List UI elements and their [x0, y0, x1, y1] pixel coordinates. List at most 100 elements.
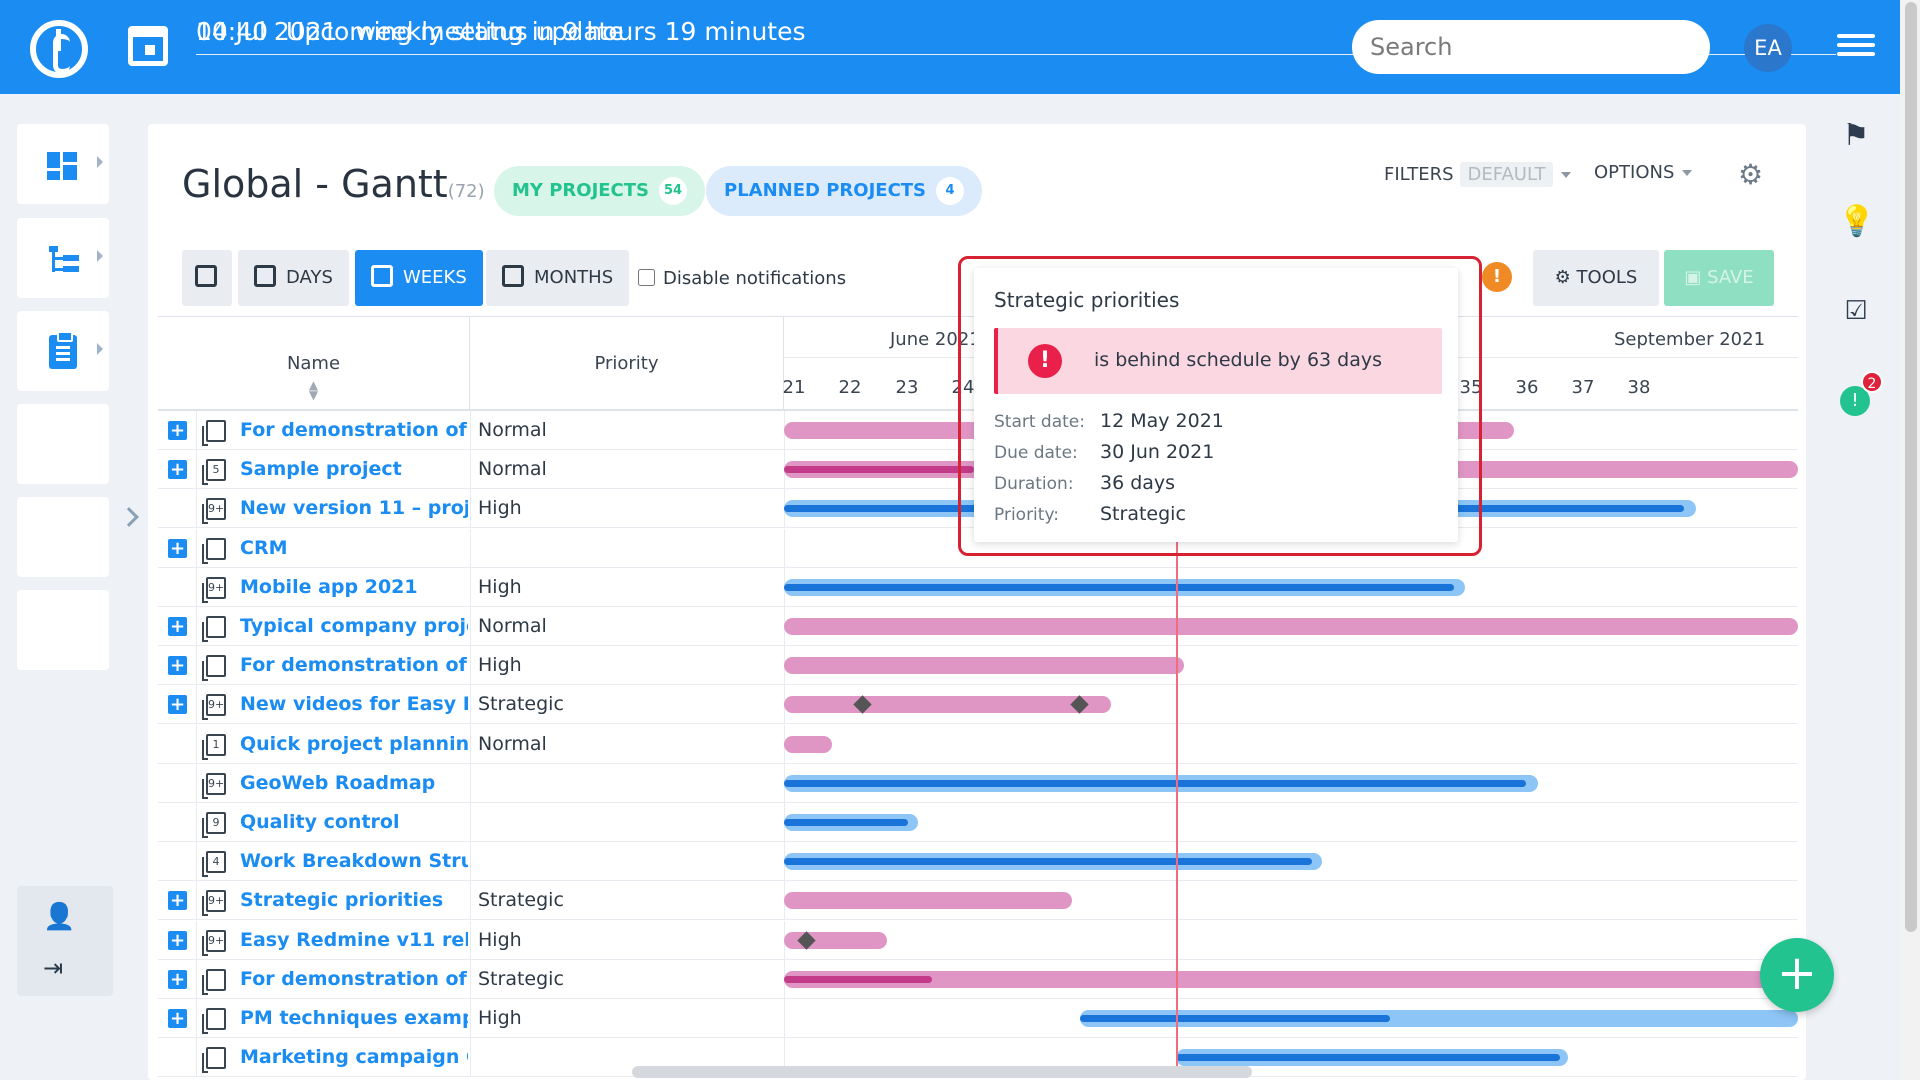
expand-icon[interactable]: +	[168, 617, 187, 636]
add-fab-button[interactable]: +	[1760, 938, 1834, 1012]
horizontal-scrollbar[interactable]	[632, 1066, 1252, 1078]
project-row[interactable]: + For demonstration of Resources High	[158, 646, 1798, 686]
checklist-icon[interactable]: ☑	[1838, 296, 1874, 326]
app-logo-icon[interactable]	[30, 20, 88, 78]
checkbox[interactable]	[638, 269, 655, 286]
gantt-bar[interactable]	[784, 970, 1798, 988]
expand-sidebar-icon[interactable]	[119, 507, 139, 527]
project-name-link[interactable]: Easy Redmine v11 release	[240, 929, 468, 951]
planned-projects-button[interactable]: PLANNED PROJECTS 4	[706, 166, 983, 216]
expand-icon[interactable]: +	[168, 969, 187, 989]
sidebar-empty-slot[interactable]	[17, 404, 109, 484]
gantt-tooltip: Strategic priorities ! is behind schedul…	[974, 268, 1458, 542]
days-button[interactable]: DAYS	[238, 250, 349, 306]
gantt-bar[interactable]	[784, 618, 1798, 635]
project-row[interactable]: +9+ New videos for Easy Redmine Strategic	[158, 685, 1798, 725]
sidebar-tasks[interactable]	[17, 311, 109, 391]
sidebar-empty-slot[interactable]	[17, 590, 109, 670]
gantt-bar[interactable]	[1080, 1010, 1798, 1027]
project-name-link[interactable]: Marketing campaign Q3	[240, 1046, 468, 1068]
options-dropdown[interactable]: OPTIONS	[1594, 162, 1693, 183]
project-icon	[202, 968, 226, 995]
expand-icon[interactable]: +	[168, 1009, 187, 1028]
disable-notifications-checkbox[interactable]: Disable notifications	[638, 268, 846, 289]
project-name-link[interactable]: Strategic priorities	[240, 889, 468, 911]
search-input[interactable]	[1352, 20, 1710, 74]
expand-icon[interactable]: +	[168, 695, 187, 715]
sidebar-empty-slot[interactable]	[17, 497, 109, 577]
sort-icon[interactable]: ▲ ▼	[309, 379, 319, 401]
week-label: 21	[782, 377, 806, 398]
project-row[interactable]: 9 Quality control	[158, 803, 1798, 842]
expand-icon[interactable]: +	[168, 421, 187, 440]
project-name-link[interactable]: New videos for Easy Redmine	[240, 693, 468, 715]
floppy-icon: ▣	[1684, 267, 1708, 288]
save-button[interactable]: ▣ SAVE	[1664, 250, 1774, 306]
project-name-link[interactable]: GeoWeb Roadmap	[240, 772, 468, 794]
project-row[interactable]: 9+ GeoWeb Roadmap	[158, 763, 1798, 803]
sidebar-dashboard[interactable]	[17, 124, 109, 204]
project-row[interactable]: 9+ Mobile app 2021 High	[158, 567, 1798, 607]
project-row[interactable]: 1 Quick project planning Normal	[158, 724, 1798, 764]
project-row[interactable]: + PM techniques examples High	[158, 999, 1798, 1038]
logout-icon[interactable]: ⇥	[43, 954, 63, 982]
filters-dropdown[interactable]: FILTERS DEFAULT	[1384, 162, 1572, 187]
project-name-link[interactable]: Mobile app 2021	[240, 576, 468, 598]
project-row[interactable]: 4 Work Breakdown Structure	[158, 842, 1798, 882]
add-user-icon[interactable]: 👤	[43, 902, 75, 932]
lightbulb-icon[interactable]: 💡	[1838, 204, 1875, 239]
tree-icon	[49, 246, 79, 274]
duration-label: Duration:	[994, 474, 1074, 494]
project-name-link[interactable]: Quality control	[240, 811, 468, 833]
project-row[interactable]: + Typical company project Normal	[158, 607, 1798, 646]
planned-projects-count: 4	[936, 177, 965, 205]
tools-button[interactable]: ⚙ TOOLS	[1533, 250, 1659, 306]
sidebar-projects-tree[interactable]	[17, 218, 109, 298]
project-name-link[interactable]: Work Breakdown Structure	[240, 850, 468, 872]
expand-icon[interactable]: +	[168, 656, 187, 676]
expand-icon[interactable]: +	[168, 891, 187, 911]
project-row[interactable]: +9+ Easy Redmine v11 release High	[158, 920, 1798, 960]
weeks-button[interactable]: WEEKS	[355, 250, 483, 306]
expand-icon[interactable]: +	[168, 930, 187, 950]
project-name-link[interactable]: Quick project planning	[240, 733, 468, 755]
project-name-link[interactable]: New version 11 – project	[240, 497, 468, 519]
user-avatar[interactable]: EA	[1744, 24, 1792, 72]
gantt-bar[interactable]	[784, 774, 1538, 792]
gantt-bar[interactable]	[784, 814, 918, 831]
flag-icon[interactable]: ⚑	[1838, 118, 1874, 153]
today-button[interactable]	[182, 250, 232, 306]
info-icon[interactable]: !	[1482, 262, 1512, 292]
page-scrollbar[interactable]	[1902, 0, 1920, 1080]
gantt-bar[interactable]	[784, 578, 1465, 596]
due-date-label: Due date:	[994, 443, 1078, 463]
gantt-bar[interactable]	[784, 853, 1322, 871]
gantt-bar[interactable]	[784, 735, 832, 753]
project-icon: 9	[202, 812, 226, 838]
filters-value: DEFAULT	[1459, 162, 1554, 187]
warning-text: is behind schedule by 63 days	[1094, 349, 1383, 371]
my-projects-button[interactable]: MY PROJECTS 54	[494, 166, 706, 216]
gantt-bar[interactable]	[784, 696, 1111, 714]
project-name-link[interactable]: For demonstration of Resources	[240, 654, 468, 676]
name-column-header[interactable]: Name ▲ ▼	[158, 317, 470, 411]
gantt-bar[interactable]	[784, 892, 1072, 910]
calendar-icon[interactable]	[128, 26, 168, 66]
expand-icon[interactable]: +	[168, 460, 187, 480]
priority-column-header[interactable]: Priority	[470, 317, 784, 411]
project-name-link[interactable]: For demonstration of Risks	[240, 968, 468, 990]
expand-icon[interactable]: +	[168, 538, 187, 558]
gantt-bar[interactable]	[1176, 1049, 1568, 1067]
project-name-link[interactable]: For demonstration of Basic	[240, 419, 468, 441]
gantt-bar[interactable]	[784, 657, 1184, 675]
project-row[interactable]: + For demonstration of Risks Strategic	[158, 959, 1798, 999]
project-name-link[interactable]: PM techniques examples	[240, 1007, 468, 1029]
project-name-link[interactable]: CRM	[240, 537, 468, 559]
months-button[interactable]: MONTHS	[486, 250, 630, 306]
project-name-link[interactable]: Typical company project	[240, 615, 468, 637]
settings-gear-icon[interactable]: ⚙	[1738, 158, 1763, 191]
chevron-right-icon	[97, 343, 103, 355]
project-row[interactable]: +9+ Strategic priorities Strategic	[158, 881, 1798, 921]
project-name-link[interactable]: Sample project	[240, 458, 468, 480]
hamburger-menu-icon[interactable]	[1837, 34, 1875, 60]
